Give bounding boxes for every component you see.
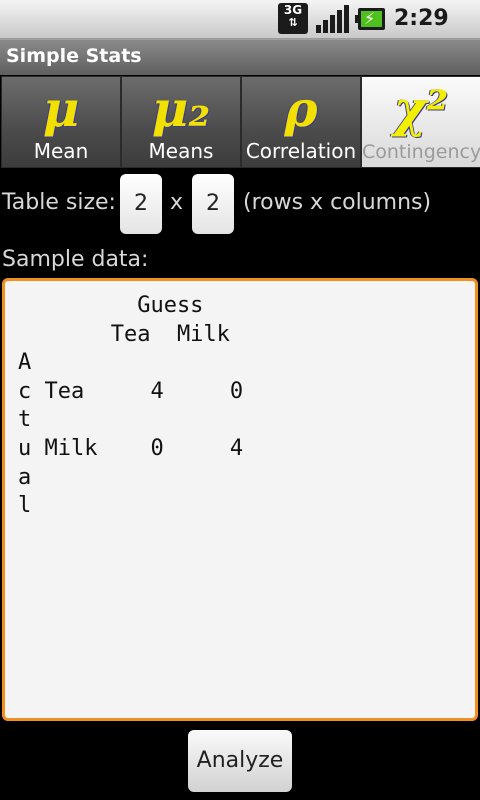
sample-data-textarea[interactable]: Guess Tea Milk A c Tea 4 0 t u Milk 0 4 …: [2, 278, 478, 721]
rows-columns-hint: (rows x columns): [243, 190, 432, 215]
clock-time: 2:29: [394, 6, 449, 31]
analyze-button[interactable]: Analyze: [188, 730, 292, 792]
network-3g-icon: 3G ⇅: [278, 3, 308, 34]
tab-mean[interactable]: μ Mean: [1, 76, 121, 168]
tab-correlation[interactable]: ρ Correlation: [241, 76, 361, 168]
mu-icon: μ: [42, 79, 80, 138]
rows-input[interactable]: 2: [120, 174, 162, 234]
tab-means-label: Means: [148, 139, 214, 163]
rho-icon: ρ: [284, 79, 318, 138]
columns-input[interactable]: 2: [192, 174, 234, 234]
status-bar: 3G ⇅ ⚡ 2:29 AM: [0, 0, 480, 54]
app-title: Simple Stats: [6, 45, 142, 67]
tab-means[interactable]: μ₂ Means: [121, 76, 241, 168]
tab-mean-label: Mean: [33, 139, 89, 163]
signal-strength-icon: [316, 5, 349, 33]
sample-data-label: Sample data:: [2, 247, 149, 272]
app-title-bar: Simple Stats: [0, 39, 480, 75]
mu-two-icon: μ₂: [151, 79, 211, 138]
tab-contingency[interactable]: χ² Contingency: [361, 76, 480, 168]
chi-squared-icon: χ²: [393, 79, 449, 138]
battery-charging-icon: ⚡: [355, 8, 385, 30]
size-separator: x: [170, 190, 184, 215]
sample-data-text: Guess Tea Milk A c Tea 4 0 t u Milk 0 4 …: [18, 293, 244, 519]
network-type-label: 3G: [283, 3, 303, 17]
tab-contingency-label: Contingency: [362, 141, 480, 163]
tab-correlation-label: Correlation: [245, 139, 357, 163]
tab-bar: μ Mean μ₂ Means ρ Correlation χ² Conting…: [0, 76, 480, 168]
table-size-label: Table size:: [2, 190, 116, 215]
